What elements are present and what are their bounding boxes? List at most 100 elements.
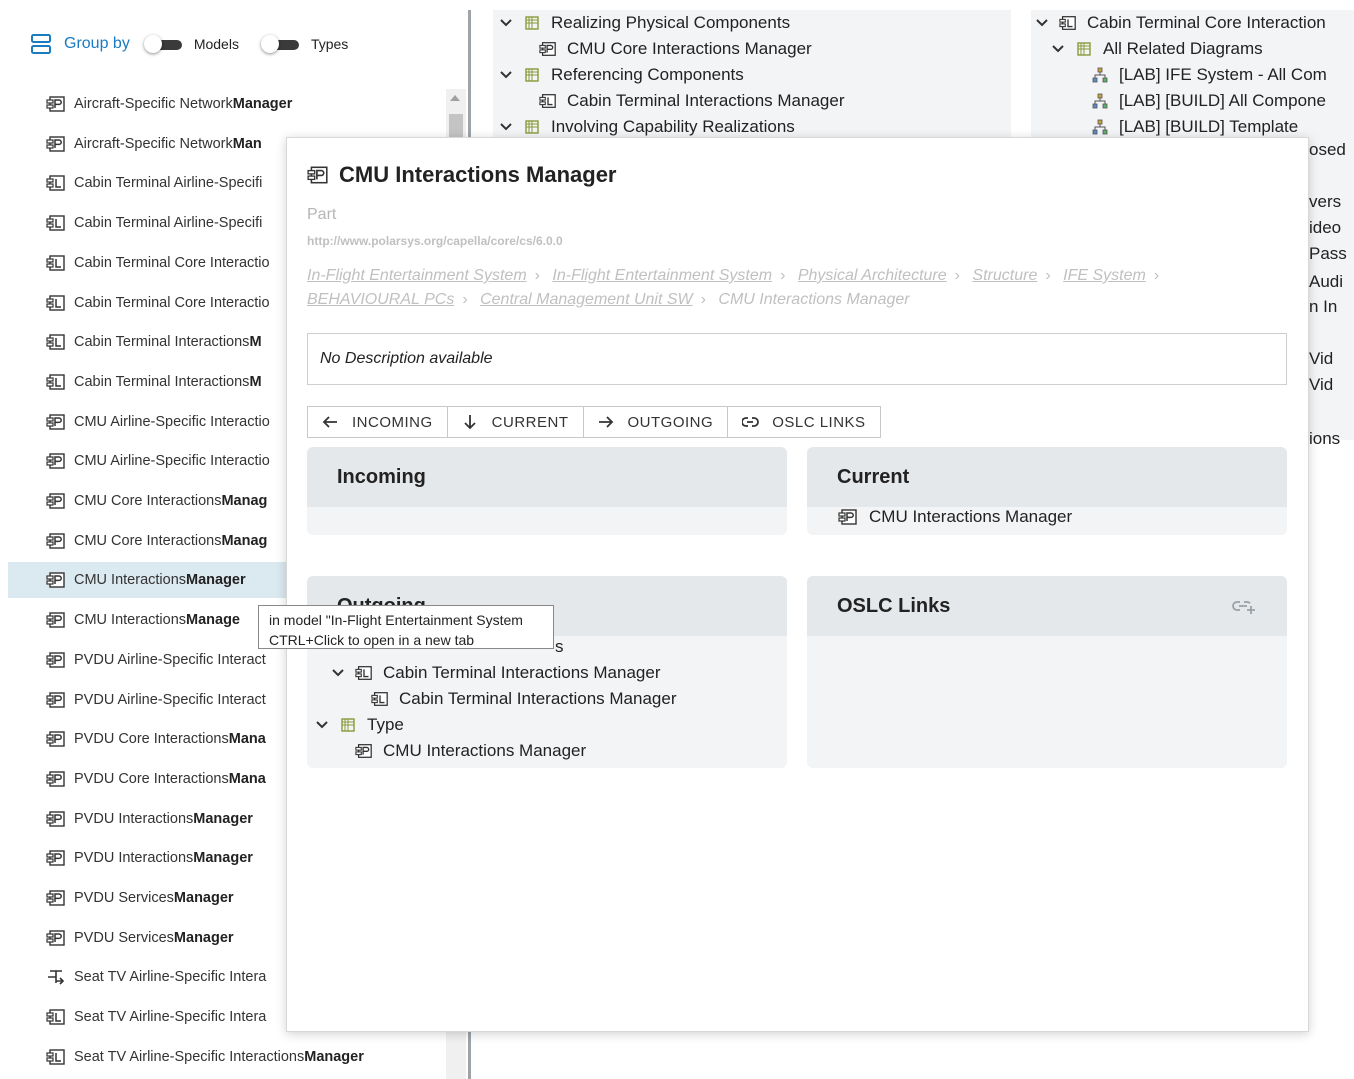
- tree-item-label: [LAB] IFE System - All Com: [1119, 65, 1327, 84]
- breadcrumb-separator: ›: [954, 267, 960, 284]
- tree-item[interactable]: [LAB] [BUILD] All Compone: [1035, 88, 1354, 114]
- tree-item[interactable]: Type: [307, 712, 787, 738]
- list-item-match: Manager: [173, 929, 234, 946]
- logical-component-icon: [371, 691, 389, 707]
- list-item-label: PVDU Interactions: [74, 850, 194, 867]
- chevron-down-icon[interactable]: [499, 16, 513, 30]
- list-item-label: Cabin Terminal Interactions: [74, 334, 250, 351]
- physical-component-icon: [46, 771, 66, 787]
- list-item-label: Cabin Terminal Airline-Specifi: [74, 215, 263, 232]
- models-label: Models: [193, 36, 239, 52]
- chevron-down-icon[interactable]: [315, 718, 329, 732]
- tab-label: INCOMING: [352, 413, 433, 431]
- breadcrumb-link[interactable]: Structure: [972, 267, 1037, 284]
- chevron-down-icon[interactable]: [499, 120, 513, 134]
- list-item-label: CMU Interactions: [74, 612, 187, 629]
- tab-current[interactable]: CURRENT: [448, 407, 584, 437]
- package-icon: [523, 67, 541, 83]
- direction-tabs: INCOMING CURRENT OUTGOING OSLC LINKS: [307, 406, 881, 438]
- current-card-title: Current: [837, 465, 910, 488]
- tree-item[interactable]: Referencing Components: [499, 62, 1011, 88]
- breadcrumb-link[interactable]: In-Flight Entertainment System: [307, 267, 527, 284]
- chevron-down-icon[interactable]: [499, 68, 513, 82]
- physical-component-icon: [46, 453, 66, 469]
- list-item-label: Cabin Terminal Airline-Specifi: [74, 175, 263, 192]
- physical-component-icon: [539, 41, 557, 57]
- tab-oslc-links[interactable]: OSLC LINKS: [728, 407, 879, 437]
- tree-item[interactable]: All Related Diagrams: [1035, 36, 1354, 62]
- tooltip-line-2: CTRL+Click to open in a new tab: [269, 632, 475, 648]
- current-item[interactable]: CMU Interactions Manager: [807, 504, 1287, 530]
- arrow-right-icon: [598, 416, 613, 428]
- tree-item[interactable]: Cabin Terminal Interactions Manager: [307, 686, 787, 712]
- list-item-label: PVDU Core Interactions: [74, 731, 229, 748]
- models-toggle[interactable]: [143, 35, 188, 53]
- tab-incoming[interactable]: INCOMING: [308, 407, 448, 437]
- logical-component-icon: [46, 334, 66, 350]
- list-item-label: Seat TV Airline-Specific Intera: [74, 1009, 267, 1026]
- list-item-match: Manager: [193, 810, 253, 827]
- group-by-label: Group by: [64, 35, 130, 52]
- popup-title-text: CMU Interactions Manager: [339, 162, 617, 187]
- breadcrumb-link[interactable]: BEHAVIOURAL PCs: [307, 291, 454, 308]
- incoming-card-header: Incoming: [307, 447, 787, 507]
- function-icon: [46, 969, 66, 985]
- list-item-match: Man: [232, 135, 262, 152]
- tree-item-fragment: ions: [1309, 429, 1341, 448]
- list-item-label: Seat TV Airline-Specific Interactions: [74, 1048, 305, 1065]
- types-toggle[interactable]: [260, 35, 305, 53]
- tab-outgoing[interactable]: OUTGOING: [584, 407, 729, 437]
- chevron-down-icon[interactable]: [331, 666, 345, 680]
- oslc-card-title: OSLC Links: [837, 594, 951, 617]
- physical-component-icon: [46, 96, 66, 112]
- physical-component-icon: [46, 930, 66, 946]
- types-label: Types: [310, 36, 349, 52]
- tree-item[interactable]: CMU Core Interactions Manager: [499, 36, 1011, 62]
- tree-item[interactable]: Cabin Terminal Interactions Manager: [499, 88, 1011, 114]
- tree-item-label: Cabin Terminal Interactions Manager: [399, 689, 677, 708]
- list-item-label: PVDU Airline-Specific Interact: [74, 691, 266, 708]
- chevron-down-icon[interactable]: [1051, 42, 1065, 56]
- incoming-card: Incoming: [307, 447, 787, 535]
- logical-component-icon: [46, 175, 66, 191]
- list-item-label: PVDU Airline-Specific Interact: [74, 651, 266, 668]
- physical-component-icon: [46, 692, 66, 708]
- tree-item-label: Cabin Terminal Core Interaction: [1087, 13, 1326, 32]
- tree-item[interactable]: [LAB] IFE System - All Com: [1035, 62, 1354, 88]
- package-icon: [523, 15, 541, 31]
- breadcrumb: In-Flight Entertainment System › In-Fligh…: [307, 264, 1267, 312]
- physical-component-icon: [46, 731, 66, 747]
- tree-item-label: CMU Core Interactions Manager: [567, 39, 812, 58]
- current-card-header: Current: [807, 447, 1287, 507]
- tree-item[interactable]: Cabin Terminal Interactions Manager: [307, 660, 787, 686]
- breadcrumb-separator: ›: [780, 267, 786, 284]
- group-by-icon: [31, 34, 51, 54]
- tree-item-label: Involving Capability Realizations: [551, 117, 795, 136]
- scroll-up-arrow-icon[interactable]: [450, 95, 460, 101]
- breadcrumb-link[interactable]: IFE System: [1063, 267, 1146, 284]
- physical-component-icon: [46, 811, 66, 827]
- package-icon: [1075, 41, 1093, 57]
- list-item-label: PVDU Services: [74, 929, 174, 946]
- list-item[interactable]: Seat TV Airline-Specific Interactions Ma…: [8, 1039, 446, 1075]
- breadcrumb-link[interactable]: In-Flight Entertainment System: [552, 267, 772, 284]
- list-item-match: Manag: [221, 493, 268, 509]
- breadcrumb-link[interactable]: Physical Architecture: [798, 267, 947, 284]
- diagram-icon: [1091, 119, 1109, 135]
- list-item-match: Mana: [228, 731, 266, 748]
- logical-component-icon: [355, 665, 373, 681]
- chevron-down-icon[interactable]: [1035, 16, 1049, 30]
- tree-item[interactable]: Realizing Physical Components: [499, 10, 1011, 36]
- breadcrumb-separator: ›: [462, 291, 468, 308]
- breadcrumb-link[interactable]: Central Management Unit SW: [480, 291, 693, 308]
- breadcrumb-current: CMU Interactions Manager: [718, 291, 910, 308]
- tree-item-fragment: Audi: [1309, 272, 1344, 291]
- tree-item[interactable]: CMU Interactions Manager: [307, 738, 787, 764]
- tree-item-label: [LAB] [BUILD] All Compone: [1119, 91, 1326, 110]
- list-item-label: Cabin Terminal Core Interactio: [74, 294, 270, 311]
- add-link-icon[interactable]: [1231, 597, 1257, 615]
- tree-item[interactable]: Cabin Terminal Core Interaction: [1035, 10, 1354, 36]
- list-item[interactable]: Aircraft-Specific Network Manager: [8, 86, 446, 122]
- element-type: Part: [307, 206, 337, 223]
- list-item-label: Aircraft-Specific Network: [74, 96, 233, 112]
